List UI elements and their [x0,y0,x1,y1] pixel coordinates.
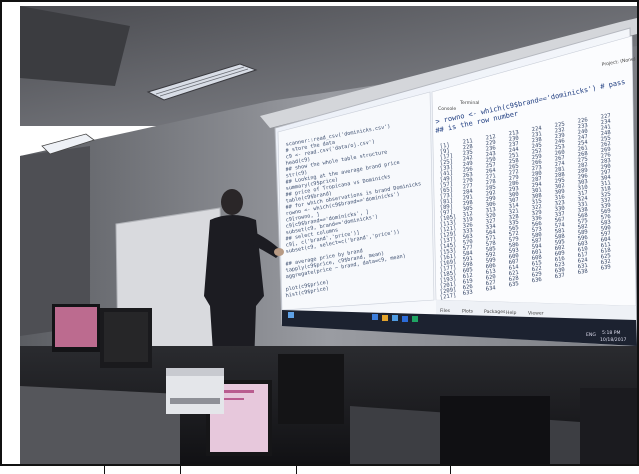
terminal-tab[interactable]: Terminal [459,100,479,106]
strip-divider [296,466,297,474]
files-tab-packages[interactable]: Packages [484,309,506,315]
monitor-right [278,354,344,424]
photo-svg: scanner::read_csv('dominicks.csv')# stor… [20,6,637,464]
printer [166,368,224,414]
presenter-head [221,189,243,215]
strip-divider [104,466,105,474]
monitor-far-right [440,388,637,464]
presenter-hand [274,248,284,256]
files-tab-files[interactable]: Files [440,308,451,314]
taskbar-date: 10/18/2017 [600,337,627,343]
strip-divider [180,466,181,474]
monitor-left-1 [52,304,100,352]
app-icon[interactable] [392,315,398,321]
files-tab-help[interactable]: Help [506,310,517,316]
start-icon[interactable] [288,312,294,318]
desk-left [20,386,180,464]
classroom-photo: scanner::read_csv('dominicks.csv') # stor… [20,6,637,464]
taskbar-lang: ENG [586,332,596,338]
app-icon[interactable] [372,314,378,320]
taskbar-time: 5:18 PM [602,330,621,336]
files-tab-plots[interactable]: Plots [462,309,474,315]
strip-divider [450,466,451,474]
files-tab-viewer[interactable]: Viewer [528,310,544,316]
app-icon[interactable] [402,316,408,322]
bottom-strip [0,464,639,474]
app-icon[interactable] [412,316,418,322]
app-icon[interactable] [382,315,388,321]
monitor-left-2 [100,308,152,368]
console-tab[interactable]: Console [438,106,456,112]
